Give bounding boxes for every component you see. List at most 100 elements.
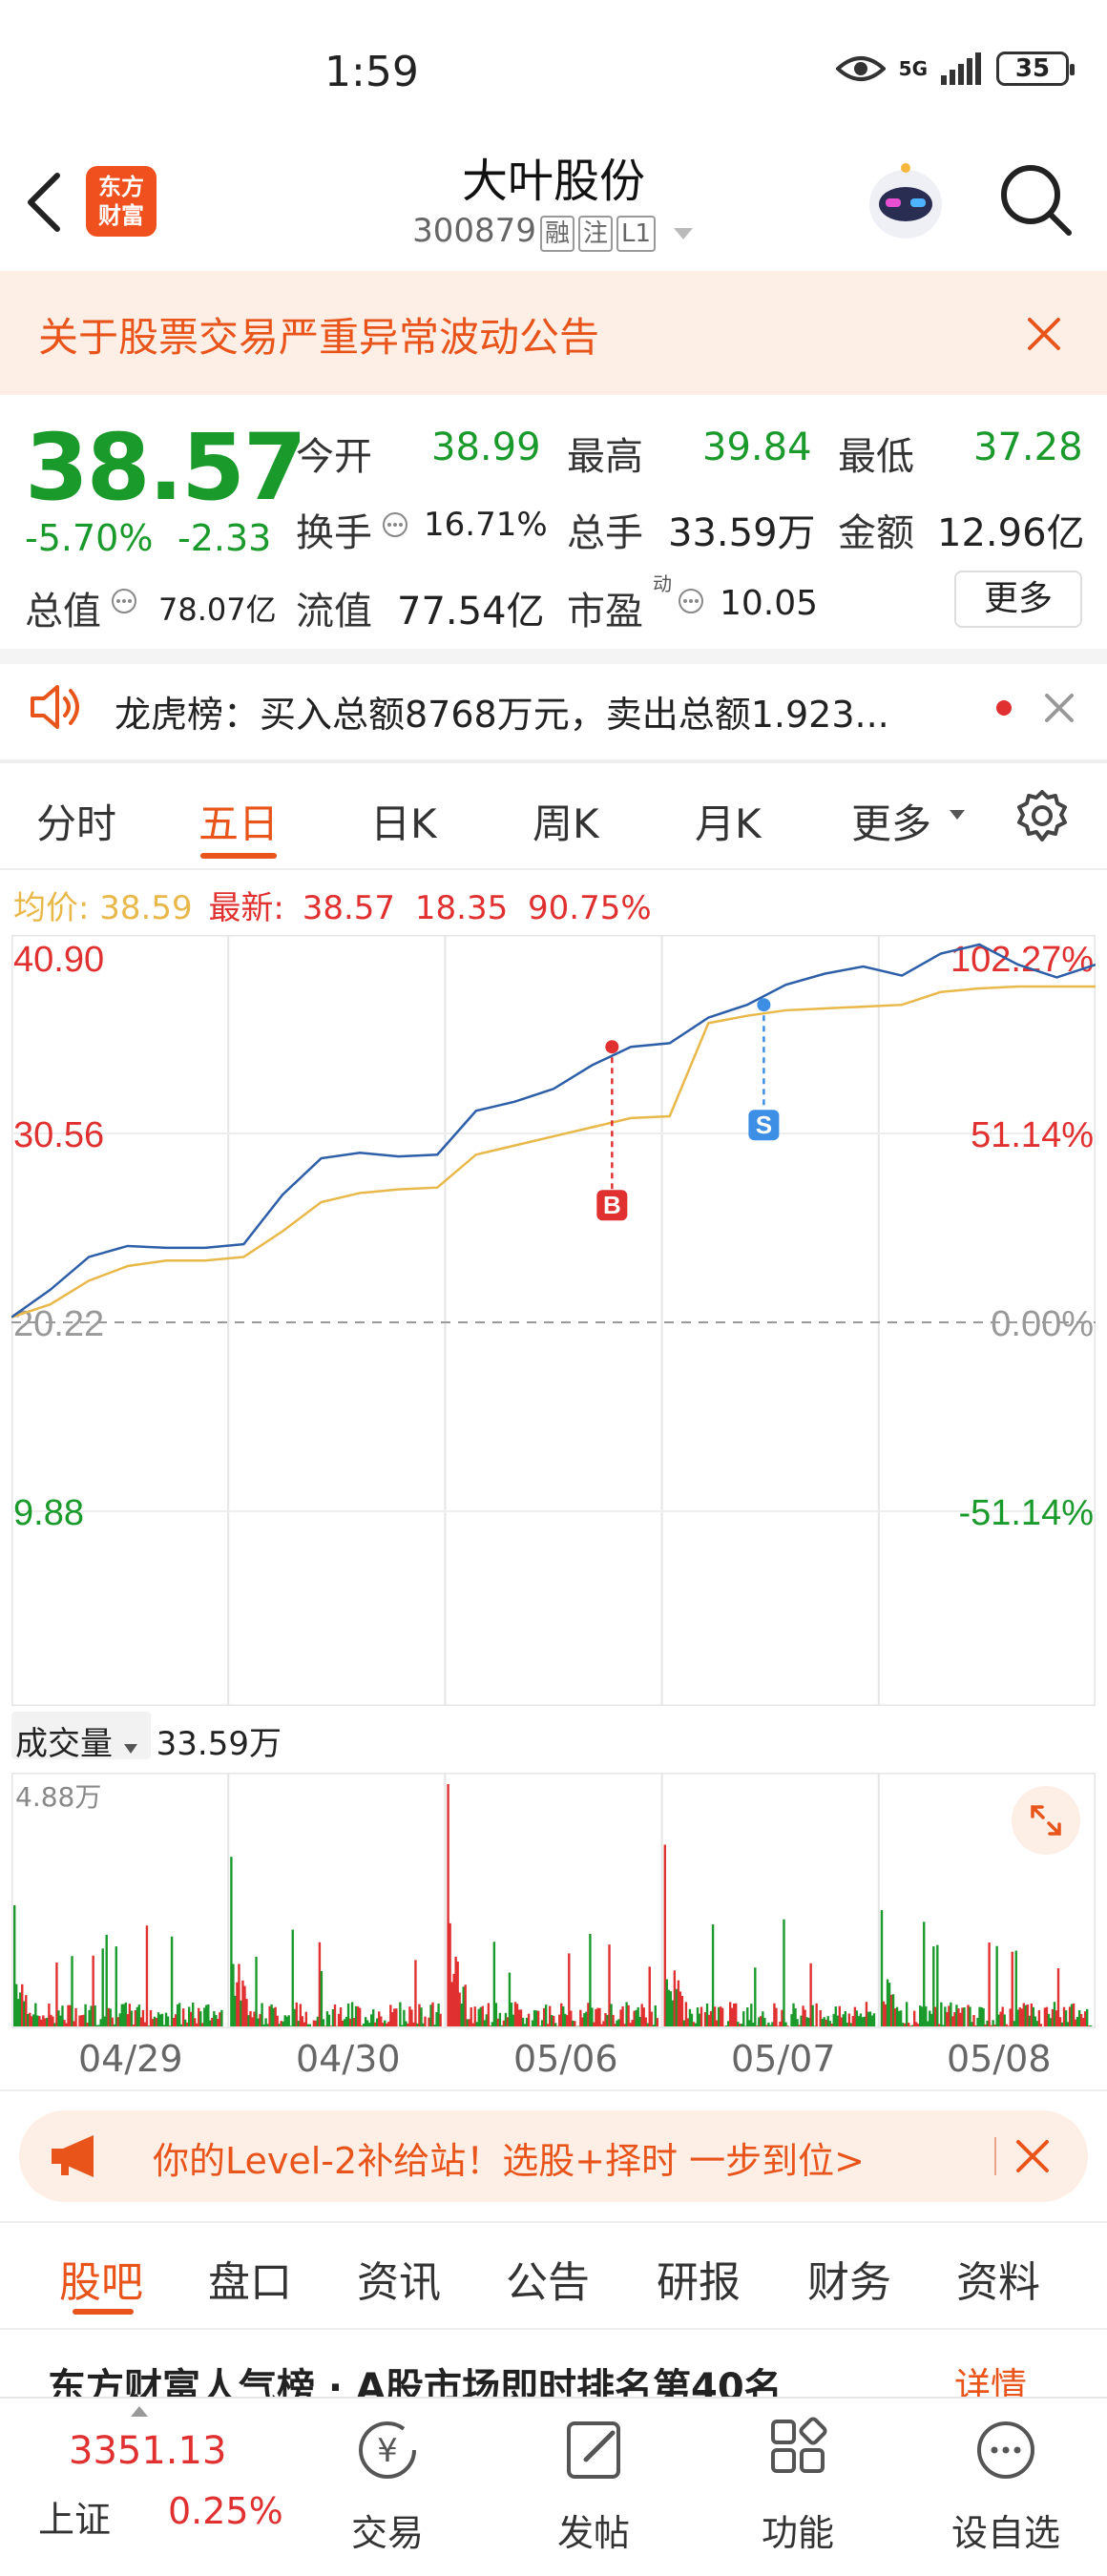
- close-icon[interactable]: [1015, 2139, 1050, 2173]
- more-icon[interactable]: [939, 2414, 1073, 2490]
- tab-five-day[interactable]: 五日: [198, 792, 279, 850]
- promo-text[interactable]: 你的Level-2补给站！选股+择时 一步到位>: [153, 2131, 865, 2184]
- volume-bar: [940, 2002, 943, 2026]
- tab-news[interactable]: 资讯: [357, 2248, 441, 2309]
- more-quote-button[interactable]: 更多: [954, 571, 1082, 628]
- volume-bar: [71, 1956, 73, 2026]
- marker-dot: [605, 1040, 619, 1054]
- volume-bar: [327, 2014, 331, 2026]
- marker-label: S: [756, 1111, 772, 1139]
- marker-label: B: [603, 1191, 621, 1219]
- nav-trade[interactable]: 交易: [321, 2503, 454, 2556]
- volume-label: 成交量: [15, 1725, 113, 1763]
- volume-bar: [742, 2011, 745, 2026]
- tab-indicator: [200, 853, 277, 859]
- gear-icon[interactable]: [1013, 788, 1071, 845]
- expand-icon: [1031, 1805, 1061, 1836]
- volume-bar: [160, 2013, 164, 2026]
- volume-bar: [1011, 1951, 1013, 2026]
- tab-daily-k[interactable]: 日K: [370, 792, 437, 850]
- tab-intraday[interactable]: 分时: [36, 792, 116, 850]
- volume-bar: [166, 2016, 170, 2026]
- volume-bar: [145, 1925, 149, 2026]
- volume-bar: [308, 2024, 312, 2026]
- status-time: 1:59: [324, 48, 419, 96]
- volume-bar: [101, 1948, 104, 2026]
- chevron-down-icon: [123, 1744, 137, 1754]
- megaphone-icon: [52, 2135, 94, 2177]
- stock-code: 300879: [412, 212, 536, 250]
- volume-header[interactable]: 成交量 33.59万: [15, 1717, 282, 1764]
- tab-finance[interactable]: 财务: [807, 2248, 891, 2309]
- close-icon[interactable]: [1044, 693, 1075, 723]
- volume-chart[interactable]: [11, 1773, 1096, 2028]
- volume-bar: [322, 2019, 325, 2026]
- volume-bar: [487, 2003, 491, 2026]
- divider: [0, 2221, 1107, 2223]
- amount-label: 金额: [838, 511, 914, 555]
- tab-research[interactable]: 研报: [657, 2248, 741, 2309]
- nav-post[interactable]: 发帖: [527, 2503, 660, 2556]
- volume-bar: [170, 1936, 174, 2026]
- mktcap-value: 78.07亿: [158, 592, 277, 628]
- date-label: 05/06: [513, 2038, 618, 2080]
- y-tick-left: 20.22: [13, 1304, 104, 1344]
- index-value[interactable]: 3351.13: [69, 2429, 226, 2473]
- volume-bar: [872, 2013, 876, 2026]
- avg-label: 均价:: [13, 889, 90, 927]
- tab-weekly-k[interactable]: 周K: [533, 792, 599, 850]
- volume-bar: [94, 2005, 96, 2026]
- volume-bar: [439, 2013, 442, 2026]
- turnover-label: 换手: [296, 511, 372, 555]
- volume-bar: [995, 1945, 998, 2026]
- trade-icon[interactable]: ¥: [321, 2414, 454, 2490]
- registration-tag: 注: [577, 216, 613, 252]
- tab-monthly-k[interactable]: 月K: [695, 792, 762, 850]
- notice-text[interactable]: 关于股票交易严重异常波动公告: [38, 305, 599, 364]
- chevron-down-icon: [950, 810, 965, 820]
- tab-announcements[interactable]: 公告: [506, 2248, 590, 2309]
- volume-bar: [536, 2010, 540, 2026]
- index-name[interactable]: 上证: [38, 2490, 111, 2543]
- volume-bar: [574, 2021, 576, 2026]
- unread-dot: [996, 700, 1012, 716]
- function-icon[interactable]: [731, 2414, 865, 2490]
- tab-guba[interactable]: 股吧: [59, 2248, 143, 2309]
- change-amount: -2.33: [178, 517, 272, 559]
- divider: [0, 2328, 1107, 2330]
- info-icon[interactable]: [111, 588, 137, 614]
- volume-bar: [775, 2007, 778, 2026]
- volume-bar: [982, 2007, 985, 2026]
- volume-bar: [650, 2011, 653, 2026]
- volume-bar: [1085, 2008, 1089, 2026]
- close-icon[interactable]: [1027, 317, 1061, 351]
- nav-add-watchlist[interactable]: 设自选: [939, 2503, 1073, 2556]
- y-tick-left: 30.56: [13, 1115, 104, 1155]
- index-pct[interactable]: 0.25%: [168, 2490, 283, 2532]
- volume-bar: [178, 2003, 181, 2026]
- volume-bar: [424, 2016, 427, 2026]
- price-chart[interactable]: 40.90 102.27%30.56 51.14%20.22 0.00%9.88 -51…: [11, 935, 1096, 1706]
- tab-handicap[interactable]: 盘口: [208, 2248, 292, 2309]
- level-tag: L1: [616, 216, 657, 252]
- pe-superscript: 动: [653, 572, 672, 595]
- chart-frame: [11, 935, 1096, 1706]
- nav-function[interactable]: 功能: [731, 2503, 865, 2556]
- high-label: 最高: [567, 435, 643, 479]
- battery-icon: 35: [996, 52, 1075, 86]
- search-icon[interactable]: [998, 162, 1075, 239]
- post-icon[interactable]: [527, 2414, 660, 2490]
- info-icon[interactable]: [382, 511, 408, 538]
- dragon-tiger-text[interactable]: 龙虎榜：买入总额8768万元，卖出总额1.923...: [115, 685, 889, 737]
- date-label: 04/29: [78, 2038, 183, 2080]
- info-icon[interactable]: [678, 588, 704, 614]
- date-label: 05/07: [731, 2038, 836, 2080]
- high-value: 39.84: [702, 426, 812, 469]
- expand-button[interactable]: [1012, 1786, 1080, 1855]
- divider: [0, 759, 1107, 763]
- tab-more[interactable]: 更多: [851, 792, 931, 850]
- volume-bar: [783, 1919, 785, 2026]
- date-label: 04/30: [296, 2038, 401, 2080]
- robot-avatar-icon[interactable]: [865, 160, 947, 242]
- tab-profile[interactable]: 资料: [956, 2248, 1040, 2309]
